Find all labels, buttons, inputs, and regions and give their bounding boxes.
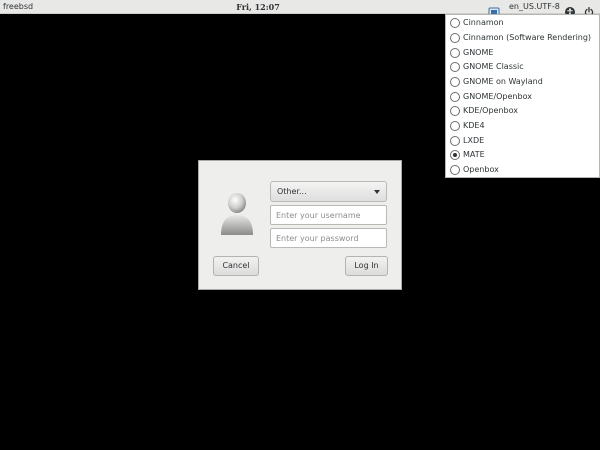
session-label: GNOME on Wayland — [463, 77, 543, 86]
login-button[interactable]: Log In — [345, 256, 388, 276]
session-item-gnome-classic[interactable]: GNOME Classic — [446, 60, 599, 74]
session-item-gnome-wayland[interactable]: GNOME on Wayland — [446, 75, 599, 89]
session-menu: Cinnamon Cinnamon (Software Rendering) G… — [445, 14, 600, 178]
session-label: MATE — [463, 150, 485, 159]
hostname-label: freebsd — [3, 2, 34, 11]
session-label: GNOME/Openbox — [463, 92, 532, 101]
accessibility-icon[interactable] — [565, 2, 575, 17]
radio-button[interactable] — [450, 136, 460, 146]
session-item-openbox[interactable]: Openbox — [446, 163, 599, 177]
top-panel: freebsd Fri, 12:07 en_US.UTF-8 — [0, 0, 600, 17]
session-item-gnome[interactable]: GNOME — [446, 46, 599, 60]
clock[interactable]: Fri, 12:07 — [230, 0, 286, 14]
user-avatar-icon — [219, 191, 255, 237]
radio-button-selected[interactable] — [450, 150, 460, 160]
session-label: LXDE — [463, 136, 485, 145]
chevron-down-icon — [374, 190, 380, 194]
session-label: KDE4 — [463, 121, 485, 130]
radio-button[interactable] — [450, 77, 460, 87]
locale-selector[interactable]: en_US.UTF-8 — [509, 0, 560, 14]
radio-button[interactable] — [450, 33, 460, 43]
radio-button[interactable] — [450, 165, 460, 175]
session-item-cinnamon[interactable]: Cinnamon — [446, 16, 599, 30]
password-input[interactable] — [270, 228, 387, 248]
radio-button[interactable] — [450, 48, 460, 58]
session-item-gnome-openbox[interactable]: GNOME/Openbox — [446, 90, 599, 104]
session-selector-icon[interactable] — [488, 2, 502, 17]
session-item-lxde[interactable]: LXDE — [446, 134, 599, 148]
cancel-button[interactable]: Cancel — [213, 256, 259, 276]
session-item-mate[interactable]: MATE — [446, 148, 599, 162]
session-item-kde-openbox[interactable]: KDE/Openbox — [446, 104, 599, 118]
login-dialog: Other... Cancel Log In — [198, 160, 402, 290]
session-label: Cinnamon (Software Rendering) — [463, 33, 592, 42]
session-item-cinnamon-software[interactable]: Cinnamon (Software Rendering) — [446, 31, 599, 45]
user-select-label: Other... — [277, 187, 307, 196]
session-label: GNOME Classic — [463, 62, 524, 71]
session-label: GNOME — [463, 48, 494, 57]
session-label: Cinnamon — [463, 18, 504, 27]
radio-button[interactable] — [450, 18, 460, 28]
session-label: KDE/Openbox — [463, 106, 518, 115]
username-input[interactable] — [270, 205, 387, 225]
session-item-kde4[interactable]: KDE4 — [446, 119, 599, 133]
radio-button[interactable] — [450, 62, 460, 72]
radio-button[interactable] — [450, 92, 460, 102]
radio-button[interactable] — [450, 106, 460, 116]
radio-button[interactable] — [450, 121, 460, 131]
power-icon[interactable] — [584, 2, 594, 17]
radio-dot — [453, 153, 457, 157]
user-select-dropdown[interactable]: Other... — [270, 181, 387, 202]
session-label: Openbox — [463, 165, 499, 174]
